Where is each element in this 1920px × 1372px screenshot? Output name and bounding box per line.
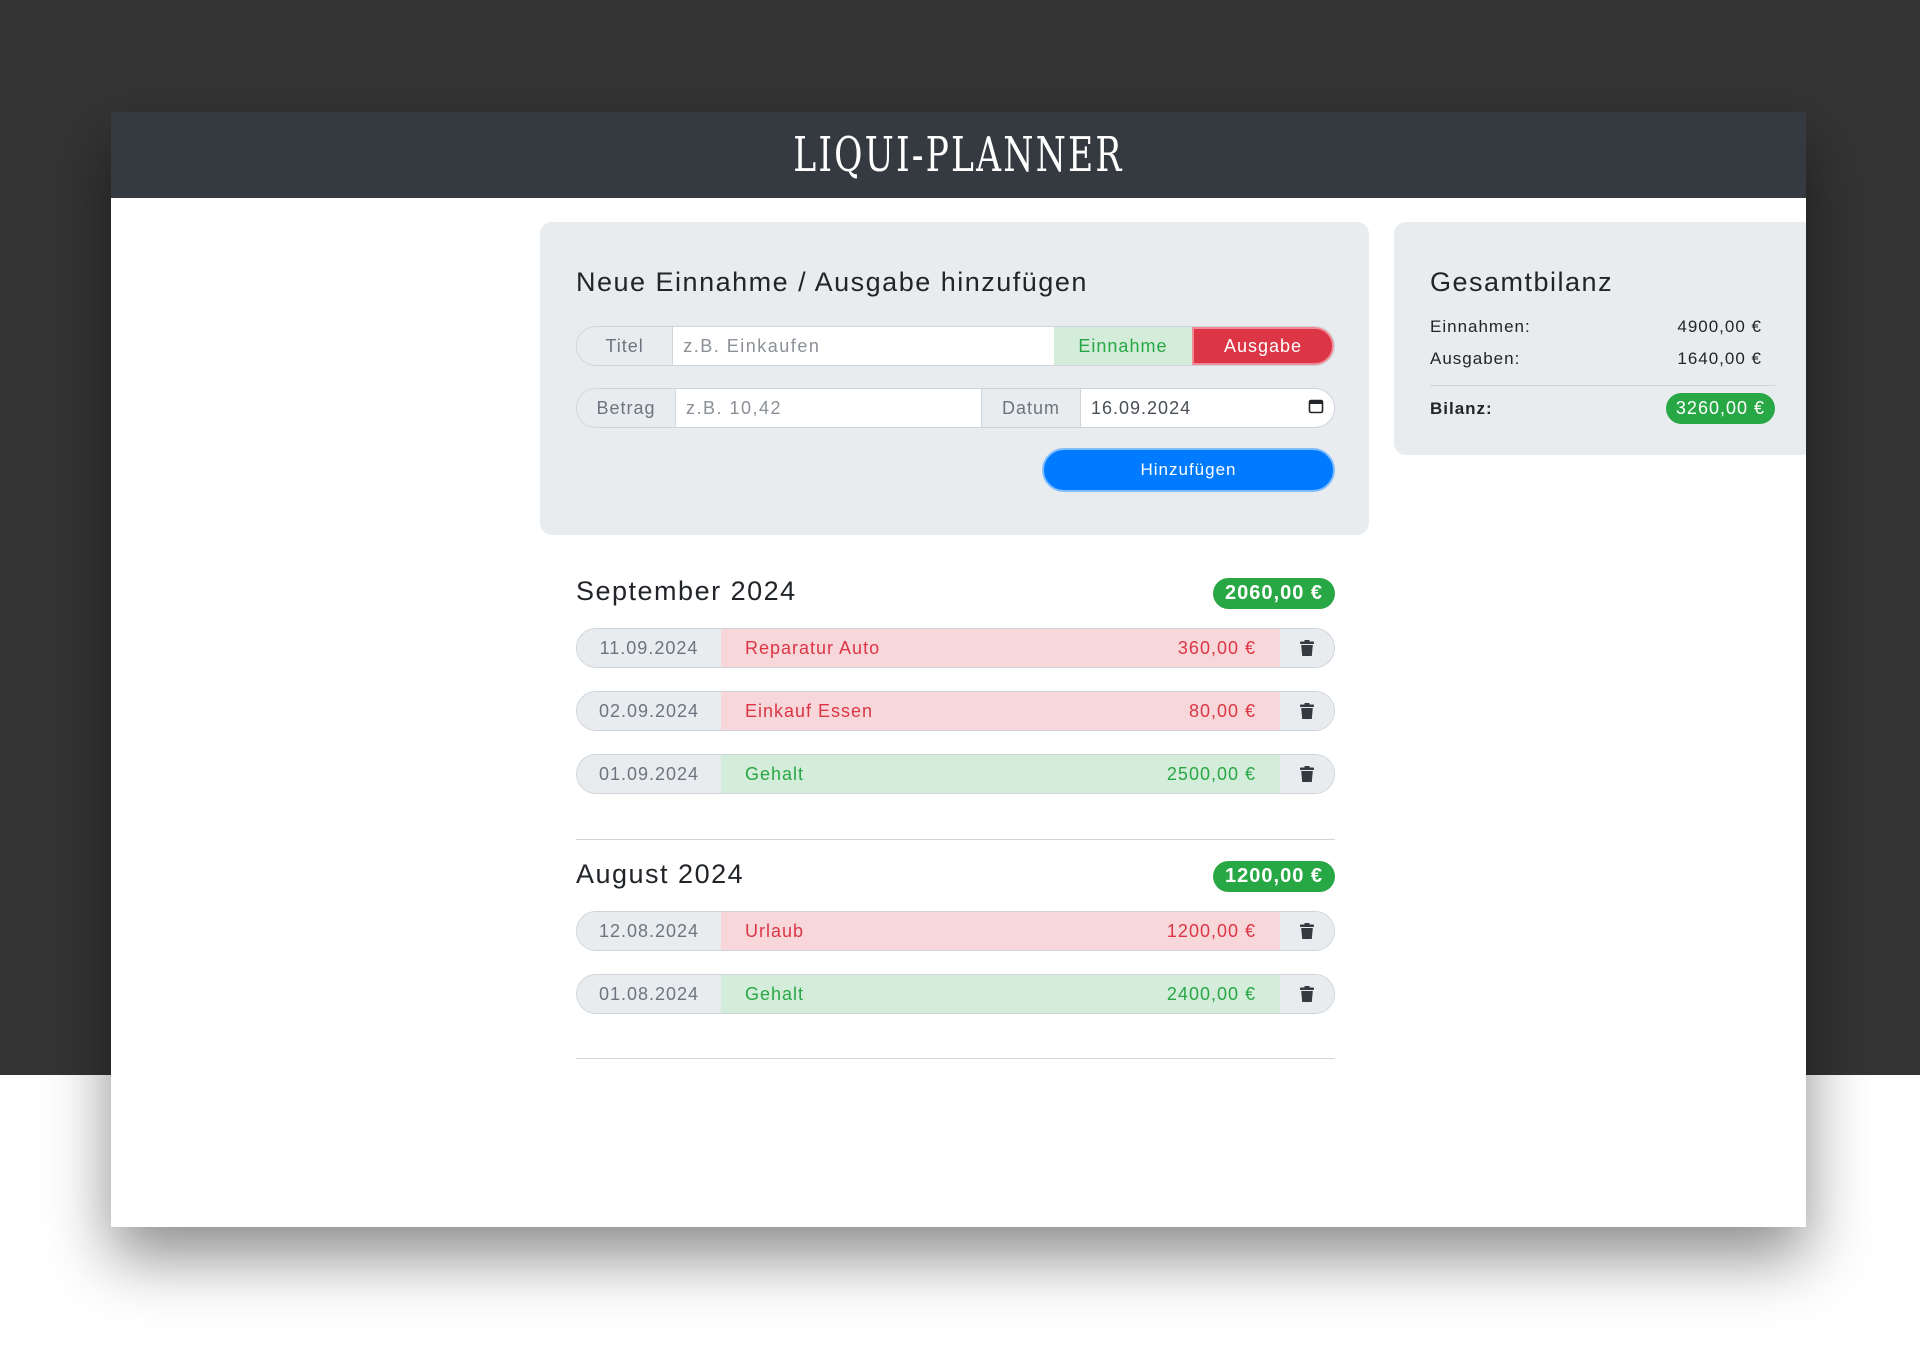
entry-amount: 80,00 € — [1188, 700, 1256, 721]
amount-input[interactable] — [676, 389, 982, 427]
date-value: 16.09.2024 — [1091, 397, 1192, 418]
trash-icon — [1300, 766, 1314, 782]
entry-title: Gehalt — [745, 763, 805, 784]
entry-date: 11.09.2024 — [577, 629, 721, 667]
app-title: LIQUI-PLANNER — [793, 127, 1124, 183]
month-section: September 2024 2060,00 € 11.09.2024 Repa… — [576, 576, 1335, 794]
entry-title: Einkauf Essen — [745, 700, 874, 721]
income-toggle-button[interactable]: Einnahme — [1053, 327, 1192, 365]
delete-button[interactable] — [1280, 975, 1334, 1013]
balance-card: Gesamtbilanz Einnahmen: 4900,00 € Ausgab… — [1394, 222, 1806, 455]
month-divider — [576, 1058, 1335, 1059]
trash-icon — [1300, 640, 1314, 656]
entry-body: Gehalt 2400,00 € — [721, 975, 1280, 1013]
title-label: Titel — [577, 327, 674, 365]
app-window: LIQUI-PLANNER Neue Einnahme / Ausgabe hi… — [111, 112, 1806, 1227]
entry-date: 12.08.2024 — [577, 912, 721, 950]
delete-button[interactable] — [1280, 692, 1334, 730]
month-title: September 2024 — [576, 576, 797, 606]
balance-expense-label: Ausgaben: — [1430, 349, 1521, 368]
month-header: September 2024 2060,00 € — [576, 576, 1335, 616]
entry-row: 02.09.2024 Einkauf Essen 80,00 € — [576, 691, 1335, 731]
balance-expense-value: 1640,00 € — [1677, 349, 1762, 368]
date-input[interactable]: 16.09.2024 — [1081, 389, 1334, 427]
month-total-badge: 1200,00 € — [1213, 861, 1335, 892]
entry-row: 12.08.2024 Urlaub 1200,00 € — [576, 911, 1335, 951]
entry-date: 01.09.2024 — [577, 755, 721, 793]
delete-button[interactable] — [1280, 912, 1334, 950]
calendar-icon[interactable] — [1308, 398, 1324, 419]
month-header: August 2024 1200,00 € — [576, 859, 1335, 899]
amount-label: Betrag — [577, 389, 676, 427]
entry-title: Reparatur Auto — [745, 637, 881, 658]
entry-body: Reparatur Auto 360,00 € — [721, 629, 1280, 667]
entry-amount: 1200,00 € — [1166, 920, 1256, 941]
balance-income-label: Einnahmen: — [1430, 317, 1531, 336]
entry-row: 01.09.2024 Gehalt 2500,00 € — [576, 754, 1335, 794]
entry-title: Urlaub — [745, 920, 805, 941]
entry-amount: 360,00 € — [1177, 637, 1256, 658]
delete-button[interactable] — [1280, 629, 1334, 667]
title-input-group: Titel Einnahme Ausgabe — [576, 326, 1335, 366]
entry-body: Einkauf Essen 80,00 € — [721, 692, 1280, 730]
entry-date: 02.09.2024 — [577, 692, 721, 730]
trash-icon — [1300, 986, 1314, 1002]
trash-icon — [1300, 923, 1314, 939]
balance-income-row: Einnahmen: 4900,00 € — [1430, 317, 1762, 337]
add-entry-heading: Neue Einnahme / Ausgabe hinzufügen — [576, 267, 1088, 297]
balance-income-value: 4900,00 € — [1677, 317, 1762, 336]
date-label: Datum — [982, 389, 1081, 427]
balance-expense-row: Ausgaben: 1640,00 € — [1430, 349, 1762, 369]
entry-body: Urlaub 1200,00 € — [721, 912, 1280, 950]
entry-amount: 2500,00 € — [1166, 763, 1256, 784]
delete-button[interactable] — [1280, 755, 1334, 793]
month-section: August 2024 1200,00 € 12.08.2024 Urlaub … — [576, 859, 1335, 1014]
add-entry-card: Neue Einnahme / Ausgabe hinzufügen Titel… — [540, 222, 1369, 535]
title-input[interactable] — [673, 327, 1054, 365]
entry-title: Gehalt — [745, 983, 805, 1004]
entry-body: Gehalt 2500,00 € — [721, 755, 1280, 793]
entry-row: 01.08.2024 Gehalt 2400,00 € — [576, 974, 1335, 1014]
month-total-badge: 2060,00 € — [1213, 578, 1335, 609]
balance-total-row: Bilanz: 3260,00 € — [1430, 393, 1775, 424]
month-title: August 2024 — [576, 859, 745, 889]
add-button[interactable]: Hinzufügen — [1042, 448, 1335, 492]
balance-total-label: Bilanz: — [1430, 398, 1493, 418]
month-divider — [576, 839, 1335, 840]
expense-toggle-button[interactable]: Ausgabe — [1191, 327, 1334, 365]
entry-date: 01.08.2024 — [577, 975, 721, 1013]
balance-heading: Gesamtbilanz — [1430, 267, 1614, 297]
balance-total-badge: 3260,00 € — [1665, 393, 1775, 424]
app-header: LIQUI-PLANNER — [111, 112, 1806, 198]
amount-date-input-group: Betrag Datum 16.09.2024 — [576, 388, 1335, 428]
entry-amount: 2400,00 € — [1166, 983, 1256, 1004]
entry-row: 11.09.2024 Reparatur Auto 360,00 € — [576, 628, 1335, 668]
trash-icon — [1300, 703, 1314, 719]
balance-divider — [1430, 385, 1775, 386]
